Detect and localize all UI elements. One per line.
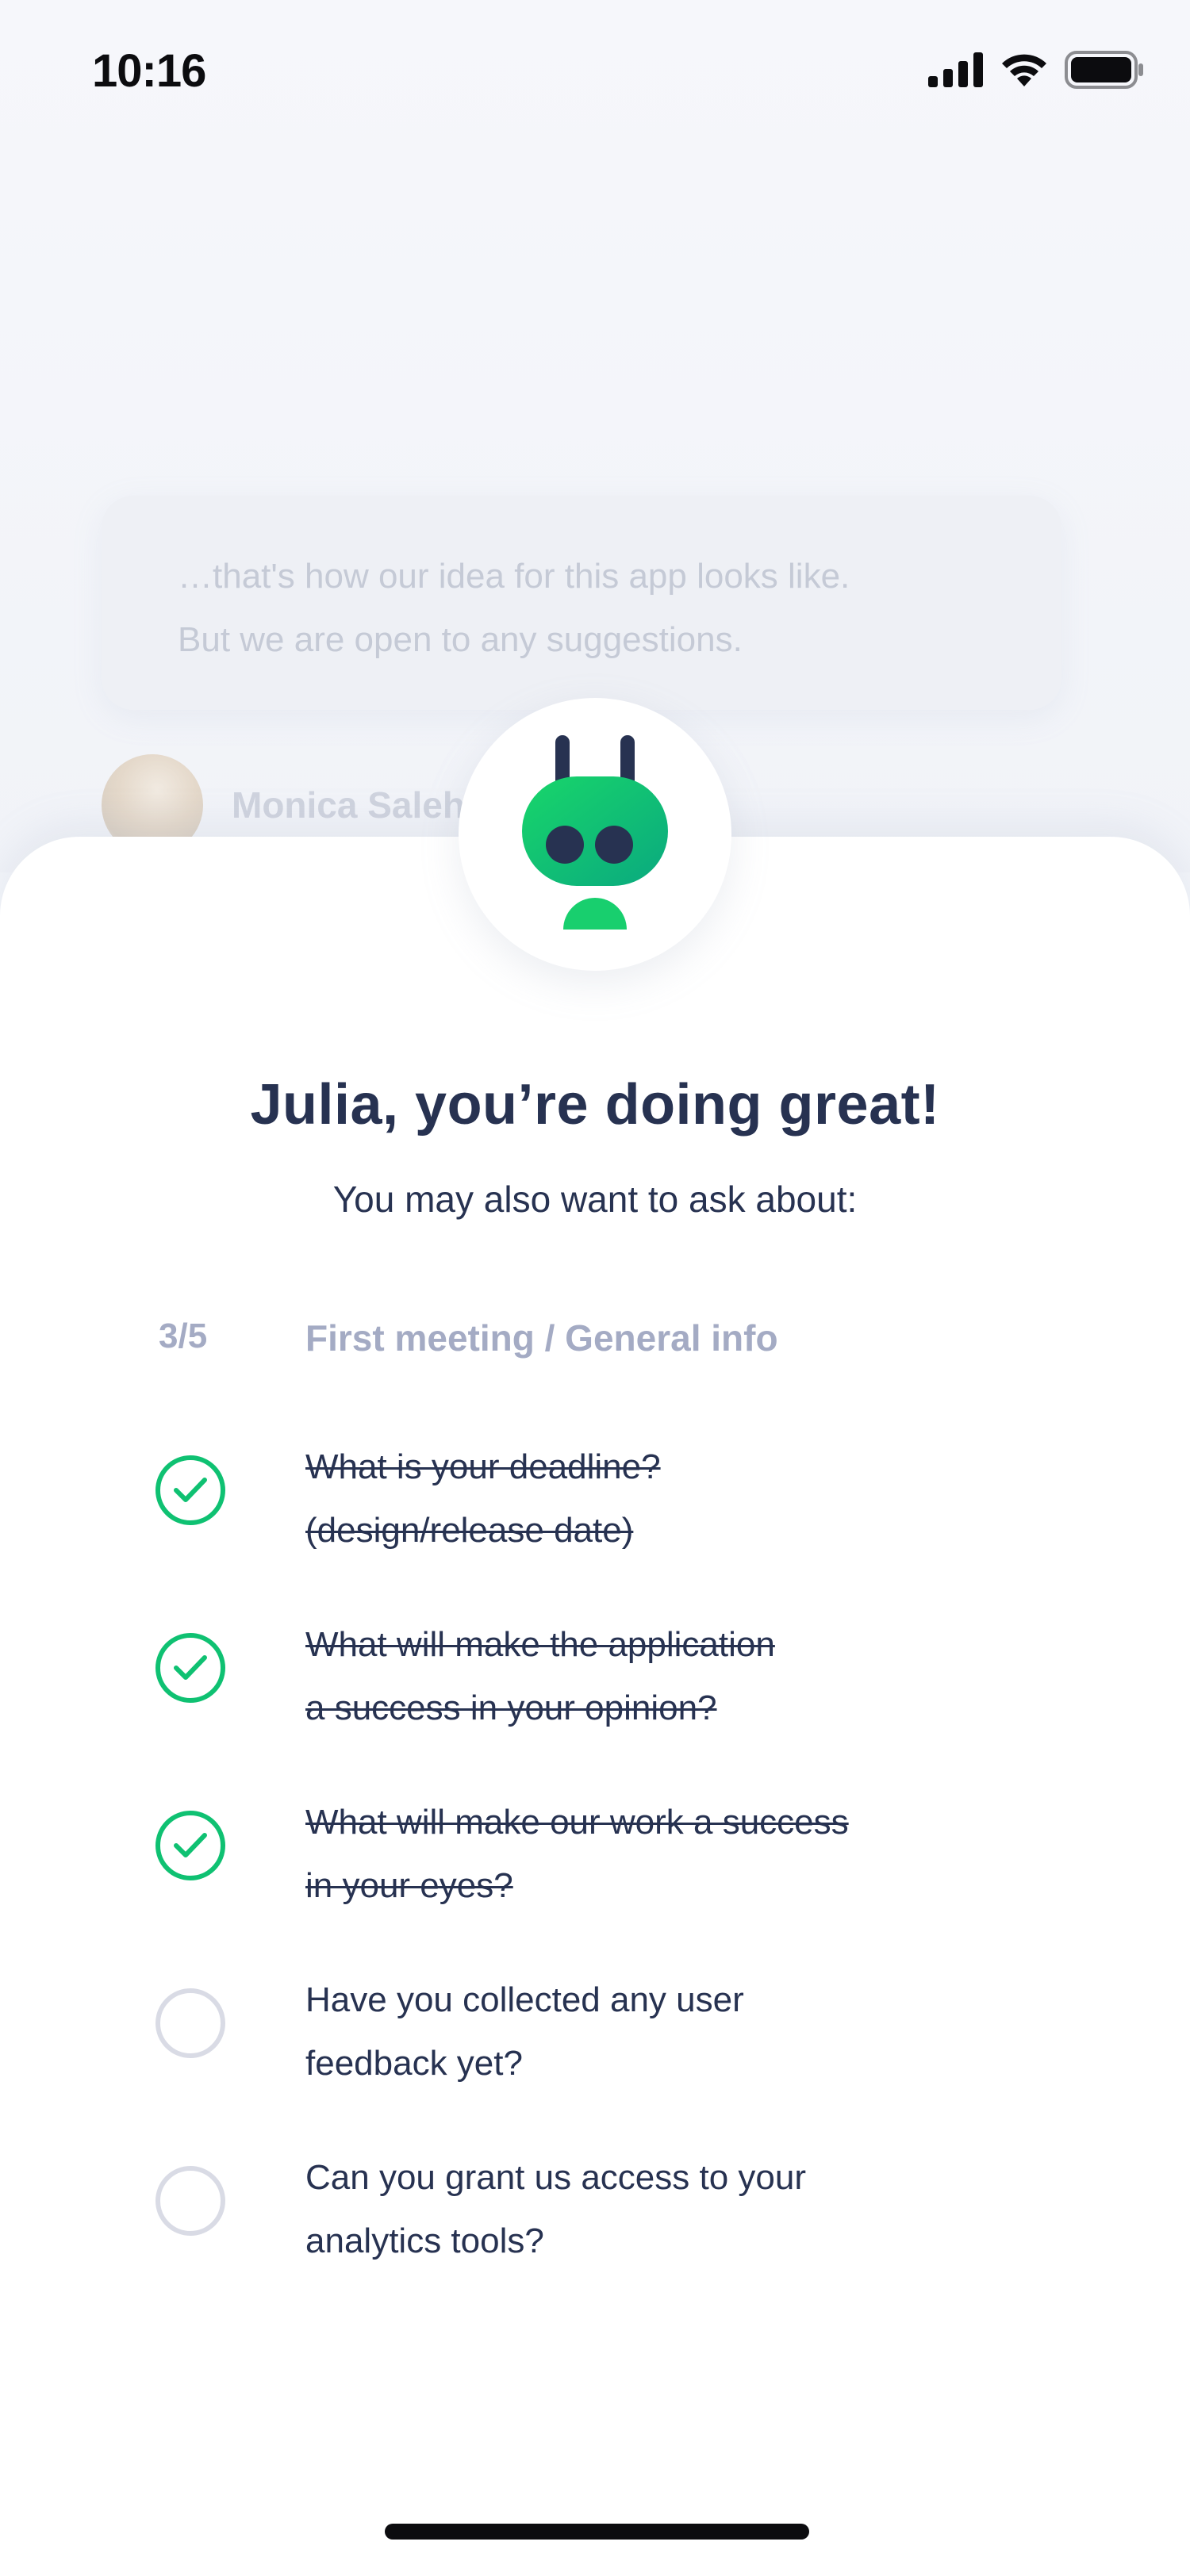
question-line: in your eyes? (305, 1866, 513, 1905)
sheet-title: Julia, you’re doing great! (250, 1073, 940, 1137)
checkmark-icon (174, 1655, 207, 1680)
signal-icon (928, 52, 983, 87)
question-line: What will make our work a success (305, 1803, 849, 1842)
sheet-subtitle: You may also want to ask about: (332, 1179, 858, 1220)
chat-message-line: But we are open to any suggestions. (178, 620, 743, 659)
question-line: What will make the application (305, 1625, 775, 1664)
progress-counter: 3/5 (159, 1317, 208, 1355)
author-name: Monica Saleh (232, 784, 465, 826)
chat-author: Monica Saleh (102, 754, 465, 856)
checkbox-checked[interactable] (155, 1811, 225, 1880)
question-line: Can you grant us access to your (305, 2158, 806, 2197)
home-indicator[interactable] (385, 2524, 809, 2540)
battery-icon (1065, 51, 1143, 89)
section-title: First meeting / General info (305, 1317, 778, 1359)
checkbox-checked[interactable] (155, 1455, 225, 1525)
checkbox-unchecked[interactable] (155, 1988, 225, 2058)
checkbox-unchecked[interactable] (155, 2166, 225, 2236)
question-text: What will make the application a success… (305, 1613, 1019, 1740)
status-time: 10:16 (92, 45, 206, 97)
chat-message-bubble: …that's how our idea for this app looks … (102, 496, 1061, 710)
question-line: analytics tools? (305, 2221, 544, 2260)
question-item[interactable]: What will make our work a success in you… (0, 1791, 1190, 1934)
checkbox-checked[interactable] (155, 1633, 225, 1703)
question-text: What will make our work a success in you… (305, 1791, 1019, 1918)
status-icons (928, 51, 1144, 89)
robot-mascot-icon (522, 735, 668, 930)
question-text: What is your deadline? (design/release d… (305, 1436, 1019, 1562)
wifi-icon (1002, 54, 1046, 86)
question-item[interactable]: Have you collected any user feedback yet… (0, 1968, 1190, 2111)
question-item[interactable]: What is your deadline? (design/release d… (0, 1436, 1190, 1578)
checkmark-icon (174, 1478, 207, 1502)
checkmark-icon (174, 1833, 207, 1857)
mascot-badge (459, 698, 731, 971)
question-line: What is your deadline? (305, 1447, 661, 1486)
question-line: feedback yet? (305, 2044, 523, 2083)
question-item[interactable]: What will make the application a success… (0, 1613, 1190, 1756)
chat-message-line: …that's how our idea for this app looks … (178, 557, 850, 596)
question-line: Have you collected any user (305, 1980, 744, 2019)
question-text: Can you grant us access to your analytic… (305, 2146, 1019, 2273)
question-line: (design/release date) (305, 1511, 634, 1550)
question-item[interactable]: Can you grant us access to your analytic… (0, 2146, 1190, 2289)
question-text: Have you collected any user feedback yet… (305, 1968, 1019, 2095)
question-line: a success in your opinion? (305, 1689, 717, 1727)
